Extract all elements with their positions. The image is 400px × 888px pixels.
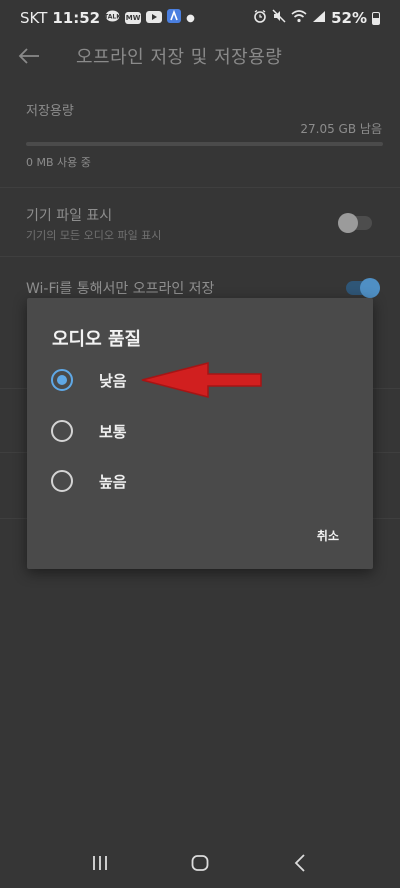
- radio-unselected-icon[interactable]: [51, 420, 73, 442]
- wifi-only-title: Wi-Fi를 통해서만 오프라인 저장: [26, 281, 215, 297]
- navigation-bar: [0, 838, 400, 888]
- back-arrow-icon[interactable]: [4, 36, 54, 76]
- more-notifications-dot-icon: ●: [186, 12, 195, 24]
- storage-used-space: 0 MB 사용 중: [26, 156, 91, 169]
- toggle-thumb: [360, 278, 380, 298]
- clock: 11:52: [52, 9, 101, 27]
- chat-notification-icon: TALK: [104, 9, 121, 27]
- alarm-icon: [253, 9, 267, 27]
- app-header: 오프라인 저장 및 저장용량: [0, 36, 400, 76]
- page-title: 오프라인 저장 및 저장용량: [76, 47, 283, 68]
- nav-back-icon[interactable]: [280, 843, 320, 883]
- option-label: 높음: [99, 472, 127, 491]
- option-normal[interactable]: 보통: [51, 411, 351, 451]
- status-bar-right: 52%: [253, 9, 380, 27]
- storage-section-label: 저장용량: [26, 104, 74, 119]
- toggle-thumb: [338, 213, 358, 233]
- divider: [0, 187, 400, 188]
- option-label: 보통: [99, 422, 127, 441]
- audio-quality-dialog: 오디오 품질 낮음 보통 높음 취소: [27, 298, 373, 569]
- recent-apps-icon[interactable]: [80, 843, 120, 883]
- annotation-arrow-icon: [140, 360, 264, 404]
- cancel-button[interactable]: 취소: [317, 527, 339, 544]
- status-bar: SKT 11:52 TALK MW ● 52%: [0, 0, 400, 36]
- radio-selected-icon[interactable]: [51, 369, 73, 391]
- svg-text:TALK: TALK: [105, 14, 120, 21]
- mute-icon: [272, 9, 286, 27]
- signal-icon: [312, 9, 326, 27]
- storage-usage-bar: [26, 142, 383, 146]
- dialog-title: 오디오 품질: [52, 329, 142, 350]
- device-files-subtitle: 기기의 모든 오디오 파일 표시: [26, 229, 162, 242]
- home-icon[interactable]: [180, 843, 220, 883]
- device-files-title: 기기 파일 표시: [26, 208, 113, 224]
- wifi-icon: [291, 9, 307, 27]
- device-files-toggle[interactable]: [338, 213, 372, 233]
- option-high[interactable]: 높음: [51, 461, 351, 501]
- status-bar-left: SKT 11:52 TALK MW ●: [20, 9, 195, 27]
- option-label: 낮음: [99, 371, 127, 390]
- youtube-notification-icon: [146, 9, 163, 27]
- app-notification-icon: [167, 9, 182, 27]
- mw-notification-icon: MW: [125, 12, 142, 24]
- wifi-only-toggle[interactable]: [346, 278, 380, 298]
- carrier-label: SKT: [20, 9, 48, 27]
- divider: [0, 256, 400, 257]
- battery-percent: 52%: [331, 9, 367, 27]
- radio-unselected-icon[interactable]: [51, 470, 73, 492]
- storage-free-space: 27.05 GB 남음: [300, 122, 382, 136]
- battery-icon: [372, 11, 380, 25]
